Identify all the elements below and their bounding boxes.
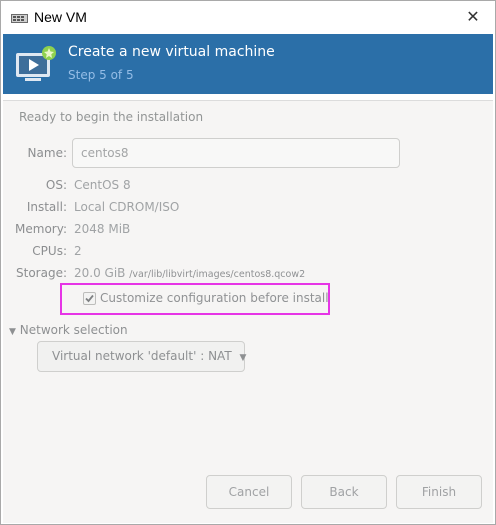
triangle-down-icon: ▼	[9, 327, 16, 337]
step-indicator: Step 5 of 5	[68, 68, 134, 82]
network-selection-label: Network selection	[19, 323, 128, 337]
new-vm-monitor-icon	[16, 46, 56, 81]
ready-text: Ready to begin the installation	[19, 110, 204, 124]
network-select-value: Virtual network 'default' : NAT	[52, 349, 232, 363]
os-label: OS:	[45, 178, 67, 192]
checkmark-icon	[85, 294, 94, 303]
name-label: Name:	[27, 146, 67, 160]
os-value: CentOS 8	[74, 178, 131, 192]
storage-label: Storage:	[16, 266, 67, 280]
cancel-button[interactable]: Cancel	[206, 475, 292, 509]
titlebar: New VM ✕	[1, 1, 495, 34]
network-select[interactable]: Virtual network 'default' : NAT ▼	[37, 341, 247, 372]
cpus-value: 2	[74, 244, 82, 258]
back-button[interactable]: Back	[301, 475, 387, 509]
storage-value: 20.0 GiB /var/lib/libvirt/images/centos8…	[74, 266, 305, 280]
storage-path: /var/lib/libvirt/images/centos8.qcow2	[129, 269, 306, 280]
customize-label[interactable]: Customize configuration before install	[100, 291, 329, 305]
new-vm-window: New VM ✕ Create a new virtual machine St…	[0, 0, 496, 525]
storage-size: 20.0 GiB	[74, 266, 126, 280]
customize-highlight: Customize configuration before install	[60, 283, 330, 315]
header-title: Create a new virtual machine	[68, 44, 275, 60]
window-title: New VM	[34, 9, 87, 25]
network-selection-expander[interactable]: ▼ Network selection	[9, 323, 128, 337]
memory-label: Memory:	[15, 222, 67, 236]
close-icon: ✕	[466, 7, 480, 26]
dropdown-arrow-icon: ▼	[239, 353, 247, 363]
vm-manager-icon	[11, 14, 28, 23]
name-input[interactable]: centos8	[72, 138, 400, 168]
install-value: Local CDROM/ISO	[74, 200, 180, 214]
finish-button[interactable]: Finish	[396, 475, 482, 509]
memory-value: 2048 MiB	[74, 222, 131, 236]
install-label: Install:	[26, 200, 67, 214]
wizard-header: Create a new virtual machine Step 5 of 5	[3, 34, 493, 94]
customize-checkbox[interactable]	[83, 292, 96, 305]
close-button[interactable]: ✕	[463, 7, 483, 27]
summary-panel: Ready to begin the installation Name: ce…	[3, 100, 493, 523]
cpus-label: CPUs:	[32, 244, 67, 258]
